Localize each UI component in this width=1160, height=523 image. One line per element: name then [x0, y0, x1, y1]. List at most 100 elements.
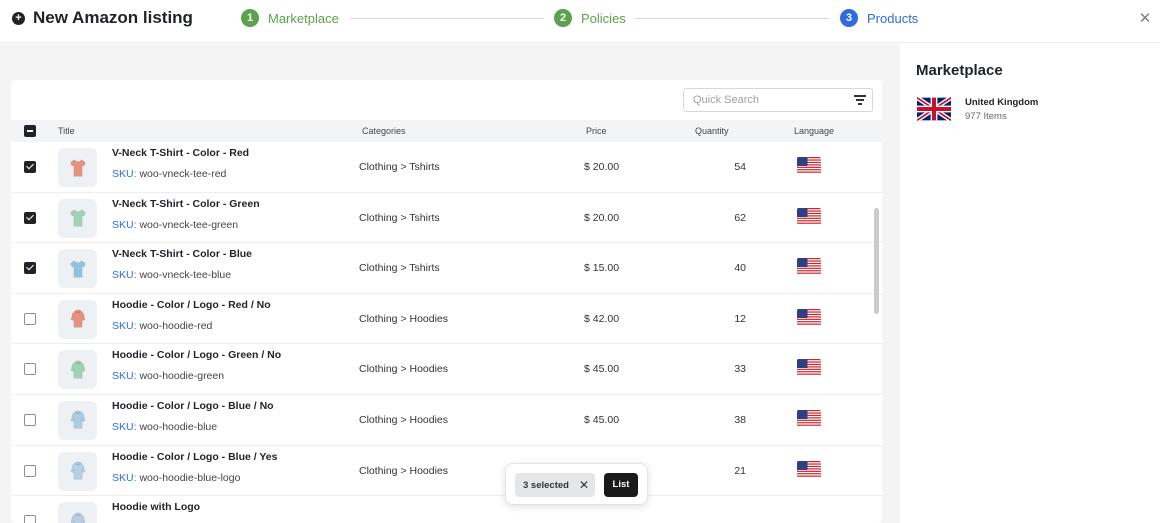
- product-category: Clothing > Tshirts: [359, 161, 440, 173]
- us-flag-icon: [797, 460, 821, 478]
- sku-value: woo-vneck-tee-blue: [139, 269, 232, 282]
- products-card: Title Categories Price Quantity Language…: [11, 80, 882, 523]
- row-checkbox[interactable]: [24, 161, 36, 173]
- sku-label: SKU:: [112, 471, 137, 484]
- product-thumbnail: [58, 451, 97, 491]
- product-price: $ 45.00: [584, 363, 620, 376]
- table-row[interactable]: Hoodie - Color / Logo - Blue / No SKU: wo…: [11, 395, 882, 446]
- step-connector: [635, 18, 829, 19]
- product-category: Clothing > Hoodies: [359, 312, 449, 325]
- column-header-language[interactable]: Language: [794, 126, 834, 136]
- product-name[interactable]: V-Neck T-Shirt - Color - Green: [112, 198, 260, 210]
- product-name[interactable]: Hoodie - Color / Logo - Blue / Yes: [112, 451, 277, 463]
- product-sku: SKU: woo-vneck-tee-green: [112, 219, 238, 231]
- product-quantity: 40: [734, 262, 746, 275]
- clear-selection-icon[interactable]: ✕: [579, 478, 589, 492]
- product-quantity: 21: [734, 464, 746, 477]
- table-row[interactable]: Hoodie - Color / Logo - Green / No SKU: w…: [11, 344, 882, 395]
- table-body: V-Neck T-Shirt - Color - Red SKU: woo-vne…: [11, 142, 882, 523]
- table-row[interactable]: V-Neck T-Shirt - Color - Blue SKU: woo-vn…: [11, 243, 882, 294]
- product-name[interactable]: Hoodie - Color / Logo - Blue / No: [112, 400, 274, 412]
- sku-value: woo-vneck-tee-green: [139, 218, 239, 231]
- panel-title: Marketplace: [916, 62, 1003, 79]
- column-header-categories[interactable]: Categories: [362, 126, 406, 136]
- row-checkbox[interactable]: [24, 515, 36, 523]
- column-header-price[interactable]: Price: [586, 126, 607, 136]
- product-quantity: 54: [734, 161, 746, 173]
- us-flag-icon: [797, 409, 821, 427]
- filter-icon[interactable]: [854, 95, 866, 105]
- column-header-quantity[interactable]: Quantity: [695, 126, 729, 136]
- product-thumbnail: [58, 299, 97, 339]
- plus-circle-icon: +: [12, 11, 25, 25]
- close-icon[interactable]: ✕: [1137, 9, 1153, 27]
- product-thumbnail: [58, 400, 97, 440]
- product-sku: SKU: woo-vneck-tee-red: [112, 168, 226, 180]
- marketplace-panel: Marketplace United Kingdom 977 Items: [900, 44, 1160, 523]
- sku-label: SKU:: [112, 168, 137, 180]
- us-flag-icon: [797, 207, 821, 225]
- product-name[interactable]: V-Neck T-Shirt - Color - Blue: [112, 248, 252, 260]
- sku-value: woo-hoodie-green: [139, 370, 225, 383]
- product-name[interactable]: Hoodie with Logo: [112, 501, 200, 513]
- page-title: New Amazon listing: [33, 8, 193, 27]
- step-number: 2: [554, 9, 572, 27]
- step-products[interactable]: 3 Products: [840, 9, 918, 27]
- product-sku: SKU: woo-hoodie-red: [112, 320, 212, 332]
- sku-label: SKU:: [112, 420, 137, 433]
- table-row[interactable]: Hoodie - Color / Logo - Red / No SKU: woo…: [11, 294, 882, 345]
- sku-label: SKU:: [112, 269, 137, 282]
- us-flag-icon: [797, 359, 821, 376]
- product-price: $ 20.00: [584, 161, 620, 173]
- sku-value: woo-vneck-tee-red: [139, 168, 227, 180]
- row-checkbox[interactable]: [24, 363, 36, 376]
- row-checkbox[interactable]: [24, 413, 36, 426]
- table-row[interactable]: V-Neck T-Shirt - Color - Green SKU: woo-v…: [11, 193, 882, 244]
- product-category: Clothing > Tshirts: [359, 262, 440, 275]
- step-marketplace[interactable]: 1 Marketplace: [241, 9, 339, 27]
- product-category: Clothing > Hoodies: [359, 413, 449, 426]
- select-all-checkbox[interactable]: [24, 125, 36, 137]
- product-thumbnail: [58, 502, 97, 523]
- product-name[interactable]: Hoodie - Color / Logo - Red / No: [112, 299, 271, 311]
- us-flag-icon: [797, 157, 821, 174]
- product-price: $ 45.00: [584, 413, 620, 426]
- product-thumbnail: [58, 350, 97, 390]
- row-checkbox[interactable]: [24, 211, 36, 224]
- us-flag-icon: [797, 258, 821, 275]
- step-number: 3: [840, 9, 858, 27]
- sku-value: woo-hoodie-blue-logo: [139, 471, 241, 484]
- list-button[interactable]: List: [604, 473, 638, 497]
- product-thumbnail: [58, 198, 97, 238]
- product-name[interactable]: V-Neck T-Shirt - Color - Red: [112, 147, 249, 159]
- step-policies[interactable]: 2 Policies: [554, 9, 626, 27]
- sku-value: woo-hoodie-red: [139, 319, 213, 332]
- product-name[interactable]: Hoodie - Color / Logo - Green / No: [112, 349, 281, 361]
- table-scrollbar[interactable]: [874, 208, 879, 314]
- row-checkbox[interactable]: [24, 464, 36, 477]
- table-row[interactable]: V-Neck T-Shirt - Color - Red SKU: woo-vne…: [11, 142, 882, 193]
- table-row[interactable]: Hoodie - Color / Logo - Blue / Yes SKU: w…: [11, 446, 882, 497]
- step-connector: [350, 18, 543, 19]
- selection-bar: 3 selected ✕ List: [505, 463, 648, 505]
- product-category: Clothing > Hoodies: [359, 464, 449, 477]
- marketplace-item-count: 977 Items: [965, 111, 1007, 122]
- table-row[interactable]: Hoodie with Logo: [11, 496, 882, 523]
- row-checkbox[interactable]: [24, 312, 36, 325]
- column-header-title[interactable]: Title: [58, 126, 75, 136]
- step-label: Marketplace: [268, 10, 339, 26]
- sku-value: woo-hoodie-blue: [139, 420, 218, 433]
- table-header: Title Categories Price Quantity Language: [11, 120, 882, 142]
- search-input[interactable]: [684, 89, 834, 111]
- step-label: Policies: [581, 10, 626, 26]
- main-area: Title Categories Price Quantity Language…: [0, 44, 900, 523]
- product-quantity: 33: [734, 363, 746, 376]
- sku-label: SKU:: [112, 370, 137, 383]
- product-thumbnail: [58, 249, 97, 289]
- row-checkbox[interactable]: [24, 262, 36, 275]
- quick-search[interactable]: [683, 88, 873, 112]
- product-sku: SKU: woo-vneck-tee-blue: [112, 269, 231, 281]
- product-category: Clothing > Hoodies: [359, 363, 449, 376]
- selected-count-label: 3 selected: [523, 479, 569, 491]
- wizard-header: + New Amazon listing 1 Marketplace 2 Pol…: [0, 0, 1160, 43]
